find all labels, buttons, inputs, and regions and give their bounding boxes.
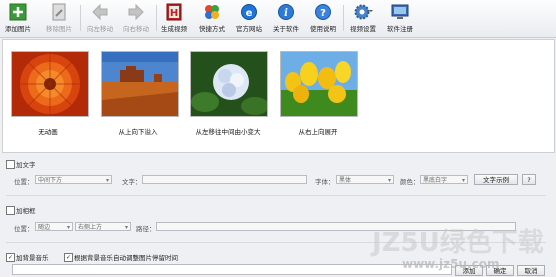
help-icon: ?	[312, 2, 334, 22]
toolbar-separator	[343, 5, 344, 31]
frame-side-select[interactable]: 随边	[35, 222, 73, 232]
gear-icon	[352, 2, 374, 22]
section-divider	[6, 195, 546, 196]
about-label: 关于软件	[273, 25, 299, 33]
add-image-label: 添加图片	[5, 25, 31, 33]
svg-text:?: ?	[320, 8, 326, 19]
color-select[interactable]: 黑底白字	[420, 175, 468, 185]
text-preview-button[interactable]: 文字示例	[474, 174, 518, 185]
register-label: 软件注册	[387, 25, 413, 33]
help-button[interactable]: ?	[522, 174, 536, 185]
move-left-label: 向左移动	[87, 25, 113, 33]
monitor-icon	[389, 2, 411, 22]
film-icon: H	[163, 2, 185, 22]
font-label: 字体：	[315, 178, 335, 186]
text-position-select[interactable]: 中间下方	[35, 175, 112, 185]
slide-caption: 从上向下溢入	[118, 128, 158, 136]
add-text-label: 加文字	[16, 161, 36, 169]
svg-text:H: H	[170, 8, 178, 19]
remove-image-label: 移除图片	[46, 25, 72, 33]
toolbar: 添加图片 移除图片 向左移动 向右移动 H 生成视频 快捷方式 e 官方网站 i…	[0, 0, 556, 38]
watermark-brand: JZ5U绿色下载	[372, 228, 544, 258]
text-position-label: 位置：	[14, 178, 34, 186]
video-settings-label: 视频设置	[350, 25, 376, 33]
add-frame-label: 加相框	[16, 207, 36, 215]
official-site-label: 官方网站	[236, 25, 262, 33]
tutorial-button[interactable]: ? 使用说明	[307, 2, 339, 35]
font-select[interactable]: 黑体	[336, 175, 394, 185]
slide-thumbnail-flower[interactable]	[11, 51, 89, 117]
text-content-label: 文字：	[122, 178, 142, 186]
shortcuts-icon	[201, 2, 223, 22]
add-image-icon	[7, 2, 29, 22]
slide-thumbnail-tulips[interactable]	[280, 51, 358, 117]
auto-adjust-checkbox[interactable]: ✓	[64, 253, 73, 262]
music-path-input[interactable]	[12, 264, 452, 275]
slide-caption: 无动画	[38, 128, 58, 136]
slide-thumbnail-hydrangea[interactable]	[190, 51, 268, 117]
svg-text:i: i	[284, 8, 288, 19]
generate-video-button[interactable]: H 生成视频	[159, 2, 189, 35]
shortcuts-button[interactable]: 快捷方式	[197, 2, 227, 35]
add-image-button[interactable]: 添加图片	[4, 2, 32, 35]
svg-text:e: e	[246, 8, 253, 19]
shortcuts-label: 快捷方式	[199, 25, 225, 33]
video-settings-button[interactable]: 视频设置	[346, 2, 380, 35]
auto-adjust-label: 根据背景音乐自动调整图片停留时间	[74, 254, 178, 262]
arrow-left-icon	[89, 2, 111, 22]
desert-butte-image	[102, 52, 178, 116]
slide-caption: 从右上向展开	[298, 128, 338, 136]
color-label: 颜色：	[400, 178, 420, 186]
tutorial-label: 使用说明	[310, 25, 336, 33]
info-icon: i	[275, 2, 297, 22]
tulips-image	[281, 52, 357, 116]
add-music-label: 加背景音乐	[16, 254, 49, 262]
toolbar-separator	[80, 5, 81, 31]
move-left-button[interactable]: 向左移动	[84, 2, 116, 35]
register-button[interactable]: 软件注册	[384, 2, 416, 35]
hydrangea-image	[191, 52, 267, 116]
add-text-checkbox[interactable]	[6, 160, 15, 169]
toolbar-separator	[156, 5, 157, 31]
official-site-button[interactable]: e 官方网站	[233, 2, 265, 35]
watermark-url: www.jz5u.com	[402, 257, 500, 271]
add-music-checkbox[interactable]: ✓	[6, 253, 15, 262]
move-right-label: 向右移动	[123, 25, 149, 33]
arrow-right-icon	[125, 2, 147, 22]
add-frame-checkbox[interactable]	[6, 206, 15, 215]
text-content-input[interactable]	[142, 175, 307, 184]
generate-video-label: 生成视频	[161, 25, 187, 33]
remove-image-icon	[48, 2, 70, 22]
frame-corner-select[interactable]: 右侧上方	[75, 222, 131, 232]
frame-path-label: 路径：	[136, 225, 156, 233]
about-button[interactable]: i 关于软件	[270, 2, 302, 35]
orange-flower-image	[12, 52, 88, 116]
slide-list[interactable]: 无动画 从上向下溢入 从左移往中间由小变大 从右上向展开	[2, 39, 555, 153]
move-right-button[interactable]: 向右移动	[120, 2, 152, 35]
remove-image-button[interactable]: 移除图片	[44, 2, 74, 35]
slide-thumbnail-desert[interactable]	[101, 51, 179, 117]
slide-caption: 从左移往中间由小变大	[195, 128, 261, 136]
frame-position-label: 位置：	[14, 225, 34, 233]
browser-icon: e	[238, 2, 260, 22]
cancel-button[interactable]: 取消	[517, 265, 545, 276]
